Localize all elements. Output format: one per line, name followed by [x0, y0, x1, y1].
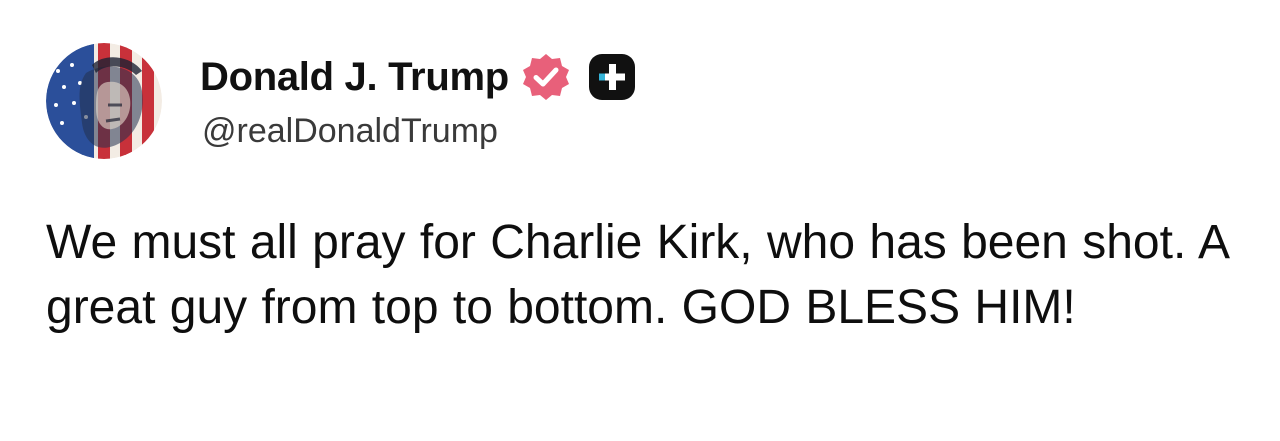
author-name-row: Donald J. Trump — [200, 50, 639, 104]
avatar-image — [46, 43, 162, 159]
plus-badge-icon — [588, 54, 635, 100]
author-display-name[interactable]: Donald J. Trump — [200, 55, 509, 100]
verified-badge-icon — [522, 54, 569, 100]
author-avatar[interactable] — [46, 43, 162, 159]
post-body-text: We must all pray for Charlie Kirk, who h… — [46, 216, 1228, 334]
post-card: Donald J. Trump @realDonaldTrump We must… — [0, 0, 1280, 441]
author-handle[interactable]: @realDonaldTrump — [202, 112, 498, 151]
